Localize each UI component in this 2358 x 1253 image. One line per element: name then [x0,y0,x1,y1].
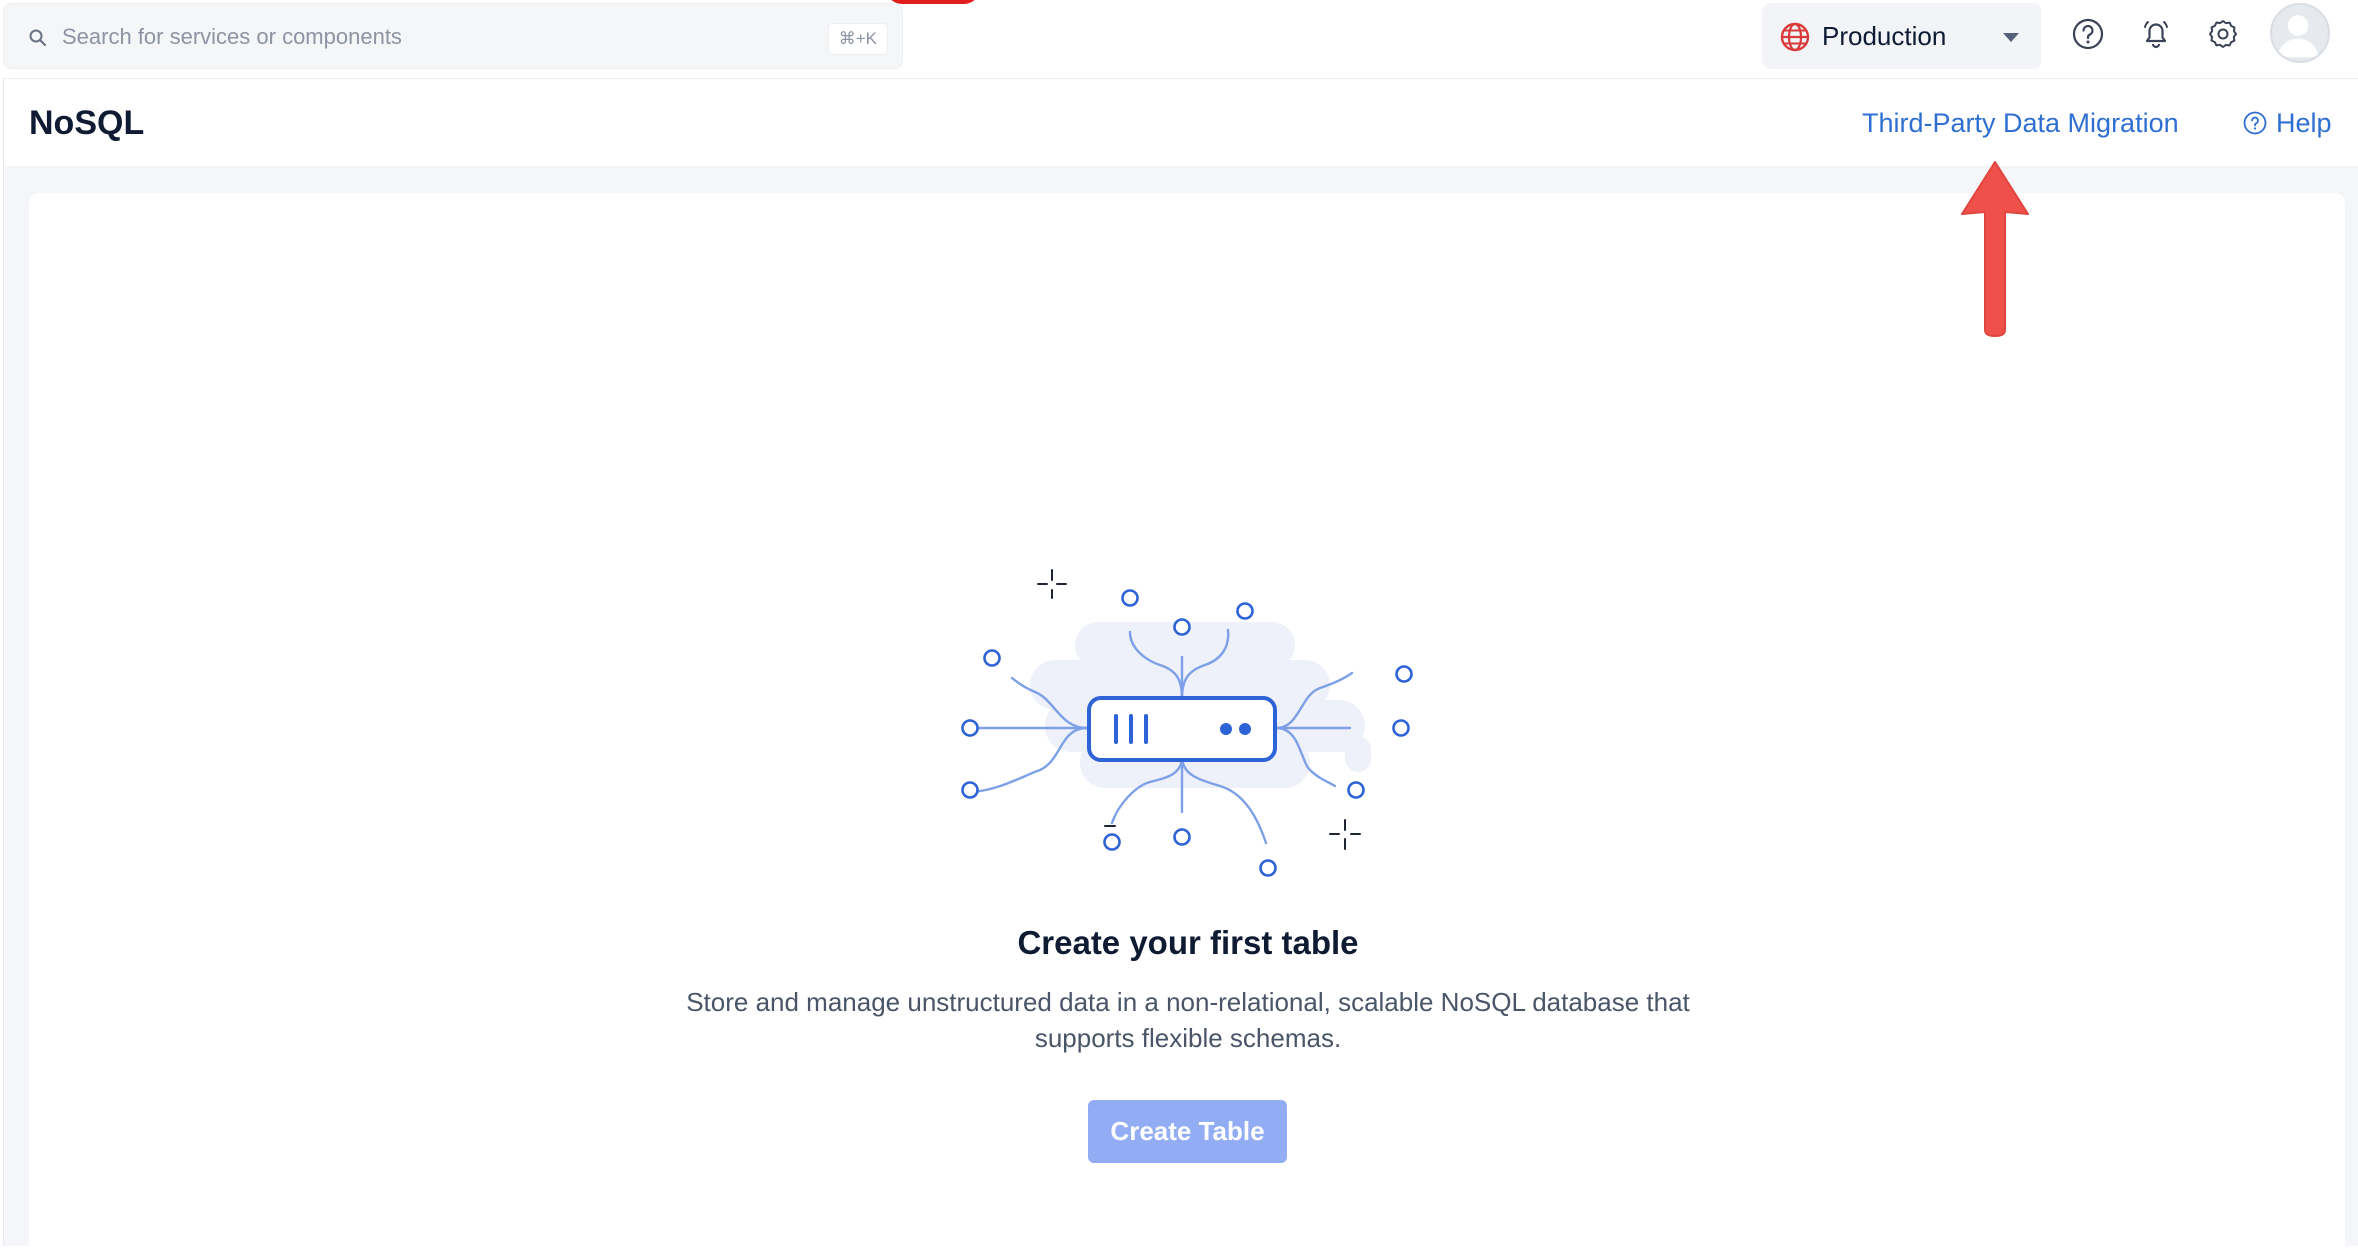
page-header: NoSQL Third-Party Data Migration Help [3,78,2358,166]
third-party-data-migration-link[interactable]: Third-Party Data Migration [1862,79,2179,167]
annotation-mark [886,0,980,4]
environment-label: Production [1822,21,1947,51]
help-circle-icon [2243,111,2267,135]
nosql-network-illustration [961,569,1413,877]
help-circle-icon[interactable] [2068,14,2108,54]
chevron-down-icon [2003,33,2019,42]
empty-state-description: Store and manage unstructured data in a … [686,987,1690,1053]
user-icon [2277,15,2319,58]
search-input[interactable]: Search for services or components ⌘+K [3,3,903,69]
top-bar: Search for services or components ⌘+K Pr… [0,0,2358,78]
environment-selector[interactable]: Production [1762,3,2041,69]
page-title: NoSQL [29,104,145,142]
annotation-arrow [1961,161,2029,337]
search-icon [29,29,47,47]
empty-state-title: Create your first table [1017,924,1359,961]
search-placeholder: Search for services or components [62,24,402,49]
globe-icon [1780,22,1810,52]
avatar[interactable] [2270,3,2330,63]
search-shortcut: ⌘+K [827,23,888,55]
bell-icon[interactable] [2136,14,2176,54]
help-label: Help [2276,108,2332,138]
create-table-button[interactable]: Create Table [1088,1100,1287,1163]
gear-icon[interactable] [2203,14,2243,54]
